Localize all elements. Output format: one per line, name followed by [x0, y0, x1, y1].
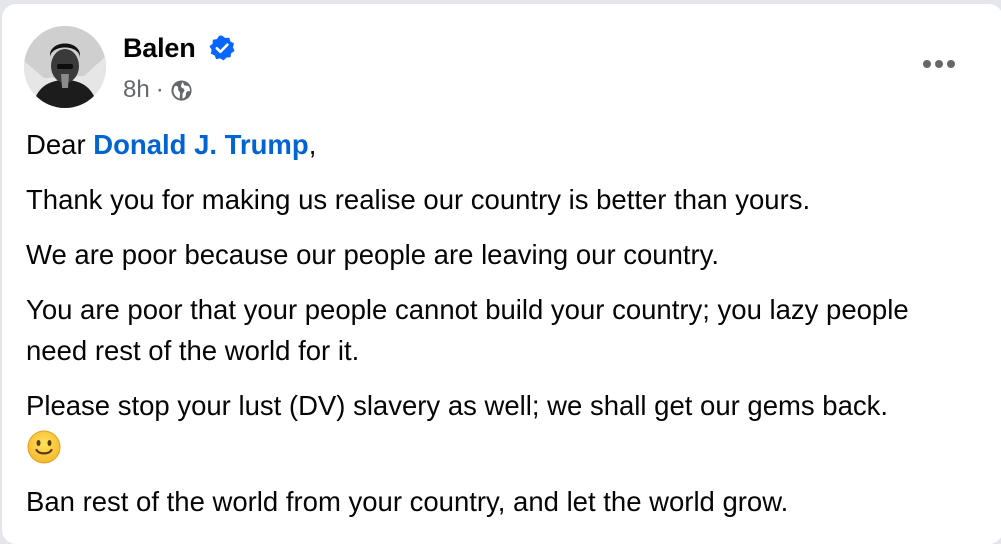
salutation-suffix: ,	[308, 129, 317, 160]
post-paragraph: We are poor because our people are leavi…	[26, 239, 720, 270]
mention-link[interactable]: Donald J. Trump	[93, 129, 308, 160]
slightly-smiling-face-icon	[27, 430, 61, 464]
more-options-button[interactable]	[916, 44, 962, 84]
post-card: Balen 8h · Dear Donald J. Trump, Thank y…	[2, 4, 1001, 544]
post-text: Dear Donald J. Trump, Thank you for maki…	[26, 124, 976, 536]
post-meta: 8h ·	[123, 75, 193, 105]
avatar-photo	[24, 26, 106, 108]
post-salutation: Dear Donald J. Trump,	[26, 124, 976, 165]
post-paragraph-text: Please stop your lust (DV) slavery as we…	[26, 390, 889, 421]
more-options-icon	[923, 60, 955, 68]
post-paragraph: You are poor that your people cannot bui…	[26, 294, 909, 366]
post-time[interactable]: 8h	[123, 75, 150, 105]
avatar[interactable]	[24, 26, 106, 108]
author-name[interactable]: Balen	[123, 31, 196, 65]
salutation-prefix: Dear	[26, 129, 94, 160]
globe-icon[interactable]	[170, 79, 193, 102]
post-paragraph: Please stop your lust (DV) slavery as we…	[26, 385, 976, 467]
meta-separator: ·	[155, 76, 164, 103]
post-paragraph: Ban rest of the world from your country,…	[26, 486, 789, 517]
post-paragraph: Thank you for making us realise our coun…	[26, 184, 811, 215]
verified-badge-icon	[209, 35, 235, 61]
